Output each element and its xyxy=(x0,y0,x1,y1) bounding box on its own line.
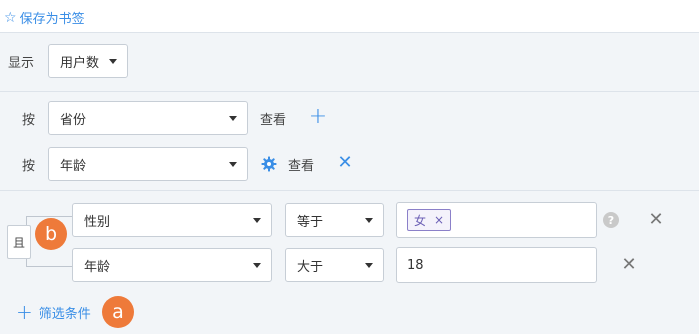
plus-icon: + xyxy=(16,300,33,324)
filter-operator-select-1[interactable]: 等于 xyxy=(285,203,384,237)
annotation-badge-b-label: b xyxy=(44,223,58,245)
annotation-badge-b: b xyxy=(35,218,67,250)
chevron-down-icon xyxy=(253,218,261,223)
annotation-badge-a-label: a xyxy=(112,301,124,323)
filter-field-select-2-value: 年龄 xyxy=(84,259,111,275)
relation-bracket-bottom xyxy=(26,259,72,267)
save-bookmark-link[interactable]: ☆ 保存为书签 xyxy=(4,8,85,28)
chevron-down-icon xyxy=(365,218,373,223)
filter-field-select-1-value: 性别 xyxy=(84,214,111,230)
filter-value-input-2[interactable]: 18 xyxy=(396,247,597,283)
filter-operator-select-2-value: 大于 xyxy=(297,259,324,275)
metric-select[interactable]: 用户数 xyxy=(48,44,128,78)
remove-filter-icon-1[interactable]: ✕ xyxy=(648,211,664,229)
top-bar: ☆ 保存为书签 xyxy=(0,0,699,33)
chevron-down-icon xyxy=(109,59,117,64)
filter-value-input-1[interactable]: 女 × xyxy=(396,202,597,238)
help-icon[interactable]: ? xyxy=(603,212,619,228)
add-filter-button[interactable]: + 筛选条件 xyxy=(16,302,91,322)
group-by-label-2: 按 xyxy=(22,159,36,174)
display-label: 显示 xyxy=(8,56,35,71)
group-by-select-1[interactable]: 省份 xyxy=(48,101,248,135)
value-tag-label: 女 xyxy=(414,213,427,228)
filter-field-select-2[interactable]: 年龄 xyxy=(72,248,272,282)
group-by-select-2-value: 年龄 xyxy=(60,158,87,174)
gear-icon[interactable] xyxy=(261,156,277,172)
filter-field-select-1[interactable]: 性别 xyxy=(72,203,272,237)
chevron-down-icon xyxy=(365,263,373,268)
relation-label: 且 xyxy=(12,235,25,250)
annotation-badge-a: a xyxy=(102,296,134,328)
remove-group-icon[interactable]: ✕ xyxy=(337,154,353,172)
chevron-down-icon xyxy=(229,116,237,121)
view-link-1[interactable]: 查看 xyxy=(260,109,286,128)
metric-select-value: 用户数 xyxy=(60,55,100,71)
group-by-select-2[interactable]: 年龄 xyxy=(48,147,248,181)
filter-operator-select-1-value: 等于 xyxy=(297,214,324,230)
view-link-2[interactable]: 查看 xyxy=(288,155,314,174)
filter-value-input-2-text: 18 xyxy=(407,257,424,273)
tag-remove-icon[interactable]: × xyxy=(434,213,444,227)
filter-operator-select-2[interactable]: 大于 xyxy=(285,248,384,282)
add-filter-label: 筛选条件 xyxy=(38,306,91,322)
group-by-select-1-value: 省份 xyxy=(60,112,87,128)
chevron-down-icon xyxy=(253,263,261,268)
remove-filter-icon-2[interactable]: ✕ xyxy=(621,256,637,274)
chevron-down-icon xyxy=(229,162,237,167)
save-bookmark-label: 保存为书签 xyxy=(19,12,85,27)
star-icon: ☆ xyxy=(4,9,17,26)
relation-toggle[interactable]: 且 xyxy=(7,225,31,259)
add-group-icon[interactable]: + xyxy=(308,106,328,128)
value-tag: 女 × xyxy=(407,209,452,231)
group-by-label-1: 按 xyxy=(22,113,36,128)
